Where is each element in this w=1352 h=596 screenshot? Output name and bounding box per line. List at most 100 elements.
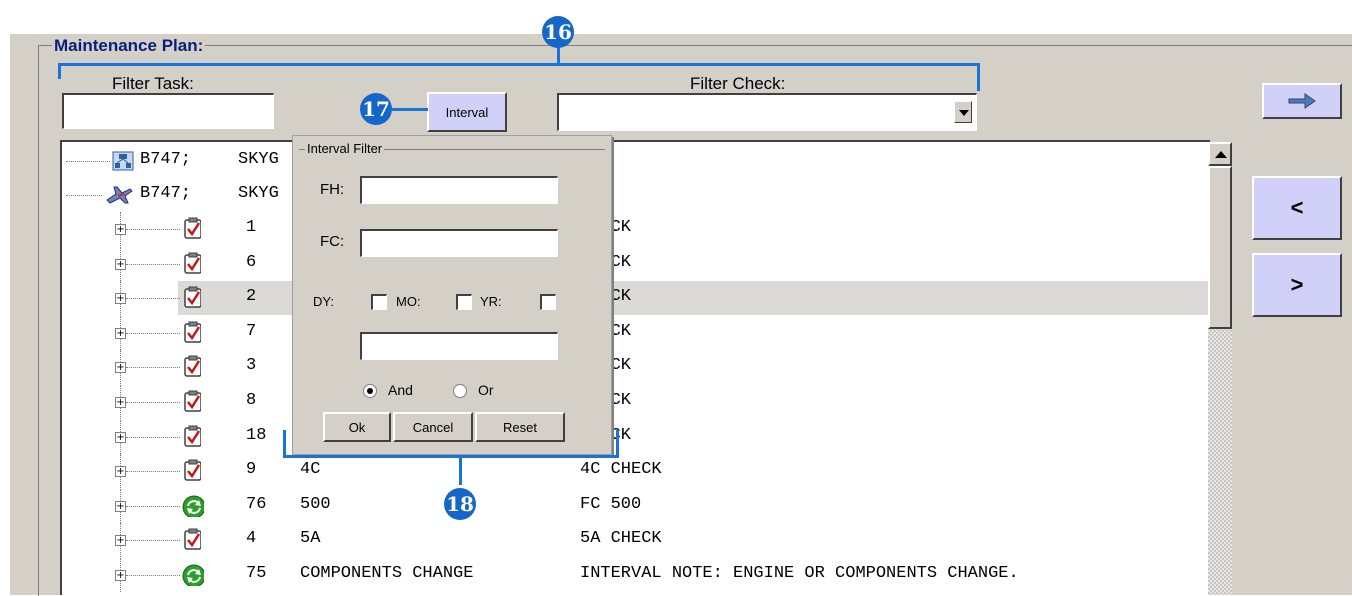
annotation-17-badge: 17: [360, 93, 392, 125]
annotation-18-bracket: [283, 455, 619, 458]
task-description: INTERVAL NOTE: ENGINE OR COMPONENTS CHAN…: [580, 564, 1019, 583]
or-radio[interactable]: [453, 384, 467, 398]
tree-row[interactable]: +2CHECK: [62, 281, 1208, 316]
tree-row[interactable]: +9 4C 4C CHECK: [62, 454, 1208, 489]
annotation-17-line: [392, 108, 428, 111]
expand-plus-icon[interactable]: +: [115, 570, 126, 581]
previous-button[interactable]: <: [1252, 176, 1342, 240]
task-code: COMPONENTS CHANGE: [300, 564, 474, 583]
recurring-green-icon: [182, 564, 204, 586]
checklist-icon: [184, 252, 201, 274]
annotation-18-left-tick: [283, 430, 286, 458]
next-button-label: >: [1290, 272, 1304, 297]
tree-row[interactable]: +4 5A 5A CHECK: [62, 523, 1208, 558]
ok-button[interactable]: Ok: [323, 412, 391, 442]
dropdown-arrow-icon[interactable]: [954, 101, 972, 123]
fh-input[interactable]: [360, 176, 558, 204]
checklist-icon: [184, 425, 201, 447]
tree-row[interactable]: +6CHECK: [62, 246, 1208, 281]
tree-row[interactable]: +75 COMPONENTS CHANGE INTERVAL NOTE: ENGIN…: [62, 558, 1208, 592]
tree-row[interactable]: +7CHECK: [62, 315, 1208, 350]
task-id: 8: [246, 391, 257, 410]
mo-label: MO:: [396, 294, 421, 309]
annotation-16-left-tick: [58, 63, 61, 79]
fleet-type: B747;: [140, 150, 192, 169]
task-id: 18: [246, 425, 267, 445]
annotation-16-bracket: [58, 63, 980, 66]
expand-plus-icon[interactable]: +: [115, 224, 126, 235]
tree-row[interactable]: +18CHECK: [62, 419, 1208, 454]
maintenance-tree[interactable]: B747; SKYG B747; SKYG +1CHECK+6CHECK+2CH…: [60, 140, 1210, 595]
checklist-icon: [184, 355, 201, 378]
checklist-icon: [184, 459, 201, 481]
task-id: 75: [246, 564, 267, 583]
fh-label: FH:: [320, 181, 345, 198]
aircraft-icon: [106, 186, 133, 204]
task-id: 9: [246, 460, 257, 480]
aircraft-owner: SKYG: [238, 184, 279, 203]
and-radio[interactable]: [363, 384, 377, 398]
task-id: 4: [246, 529, 257, 549]
filter-task-label: Filter Task:: [112, 74, 194, 93]
expand-plus-icon[interactable]: +: [115, 327, 126, 339]
filter-check-label: Filter Check:: [690, 74, 786, 93]
task-id: 3: [246, 356, 257, 376]
task-description: FC 500: [580, 494, 642, 514]
next-button[interactable]: >: [1252, 253, 1342, 317]
tree-row[interactable]: +8CHECK: [62, 385, 1208, 419]
annotation-18-badge: 18: [444, 488, 476, 520]
tree-row-fleet[interactable]: B747; SKYG: [62, 144, 1208, 178]
task-id: 6: [246, 252, 257, 272]
expand-plus-icon[interactable]: +: [115, 293, 126, 305]
checklist-icon: [184, 286, 201, 308]
scroll-up-arrow-icon[interactable]: [1208, 142, 1232, 166]
aircraft-type: B747;: [140, 184, 192, 203]
yr-checkbox[interactable]: [540, 294, 556, 310]
tree-scrollbar[interactable]: [1208, 142, 1232, 595]
dy-label: DY:: [313, 294, 334, 309]
tree-row[interactable]: +76 500 FC 500: [62, 488, 1208, 523]
fleet-owner: SKYG: [238, 150, 279, 169]
interval-filter-dialog: Interval Filter FH: FC: DY: MO: YR: And …: [292, 135, 612, 455]
interval-button[interactable]: Interval: [427, 92, 507, 132]
filter-task-input[interactable]: [62, 93, 274, 129]
fc-input[interactable]: [360, 229, 558, 257]
expand-plus-icon[interactable]: +: [115, 535, 126, 547]
filter-check-select[interactable]: [557, 93, 977, 131]
and-label: And: [388, 382, 413, 398]
calendar-interval-input[interactable]: [360, 332, 558, 360]
expand-plus-icon[interactable]: +: [115, 258, 126, 270]
expand-plus-icon[interactable]: +: [115, 431, 126, 443]
right-arrow-icon: [1288, 93, 1316, 109]
fc-label: FC:: [320, 233, 345, 250]
task-id: 76: [246, 494, 267, 514]
tree-row[interactable]: +1CHECK: [62, 212, 1208, 246]
forward-arrow-button[interactable]: [1262, 83, 1342, 119]
ok-button-label: Ok: [348, 419, 366, 435]
or-label: Or: [478, 382, 494, 398]
expand-plus-icon[interactable]: +: [115, 397, 126, 408]
reset-button[interactable]: Reset: [475, 412, 565, 442]
annotation-16-right-tick: [977, 63, 980, 91]
reset-button-label: Reset: [503, 419, 537, 435]
scroll-thumb[interactable]: [1208, 166, 1232, 329]
cancel-button[interactable]: Cancel: [393, 412, 473, 442]
task-code: 4C: [300, 460, 321, 480]
task-description: 4C CHECK: [580, 460, 662, 480]
annotation-16-stem: [557, 46, 560, 64]
fleet-icon: [112, 151, 134, 171]
annotation-16-badge: 16: [542, 16, 574, 48]
cancel-button-label: Cancel: [412, 419, 454, 435]
task-id: 7: [246, 321, 257, 341]
expand-plus-icon[interactable]: +: [115, 500, 126, 512]
mo-checkbox[interactable]: [456, 294, 472, 310]
tree-row-aircraft[interactable]: B747; SKYG: [62, 178, 1208, 212]
dy-checkbox[interactable]: [371, 294, 387, 310]
interval-button-label: Interval: [445, 104, 489, 120]
task-id: 1: [246, 218, 257, 237]
expand-plus-icon[interactable]: +: [115, 362, 126, 374]
tree-row[interactable]: +3CHECK: [62, 350, 1208, 385]
expand-plus-icon[interactable]: +: [115, 466, 126, 478]
recurring-green-icon: [182, 495, 204, 517]
checklist-icon: [184, 321, 201, 343]
